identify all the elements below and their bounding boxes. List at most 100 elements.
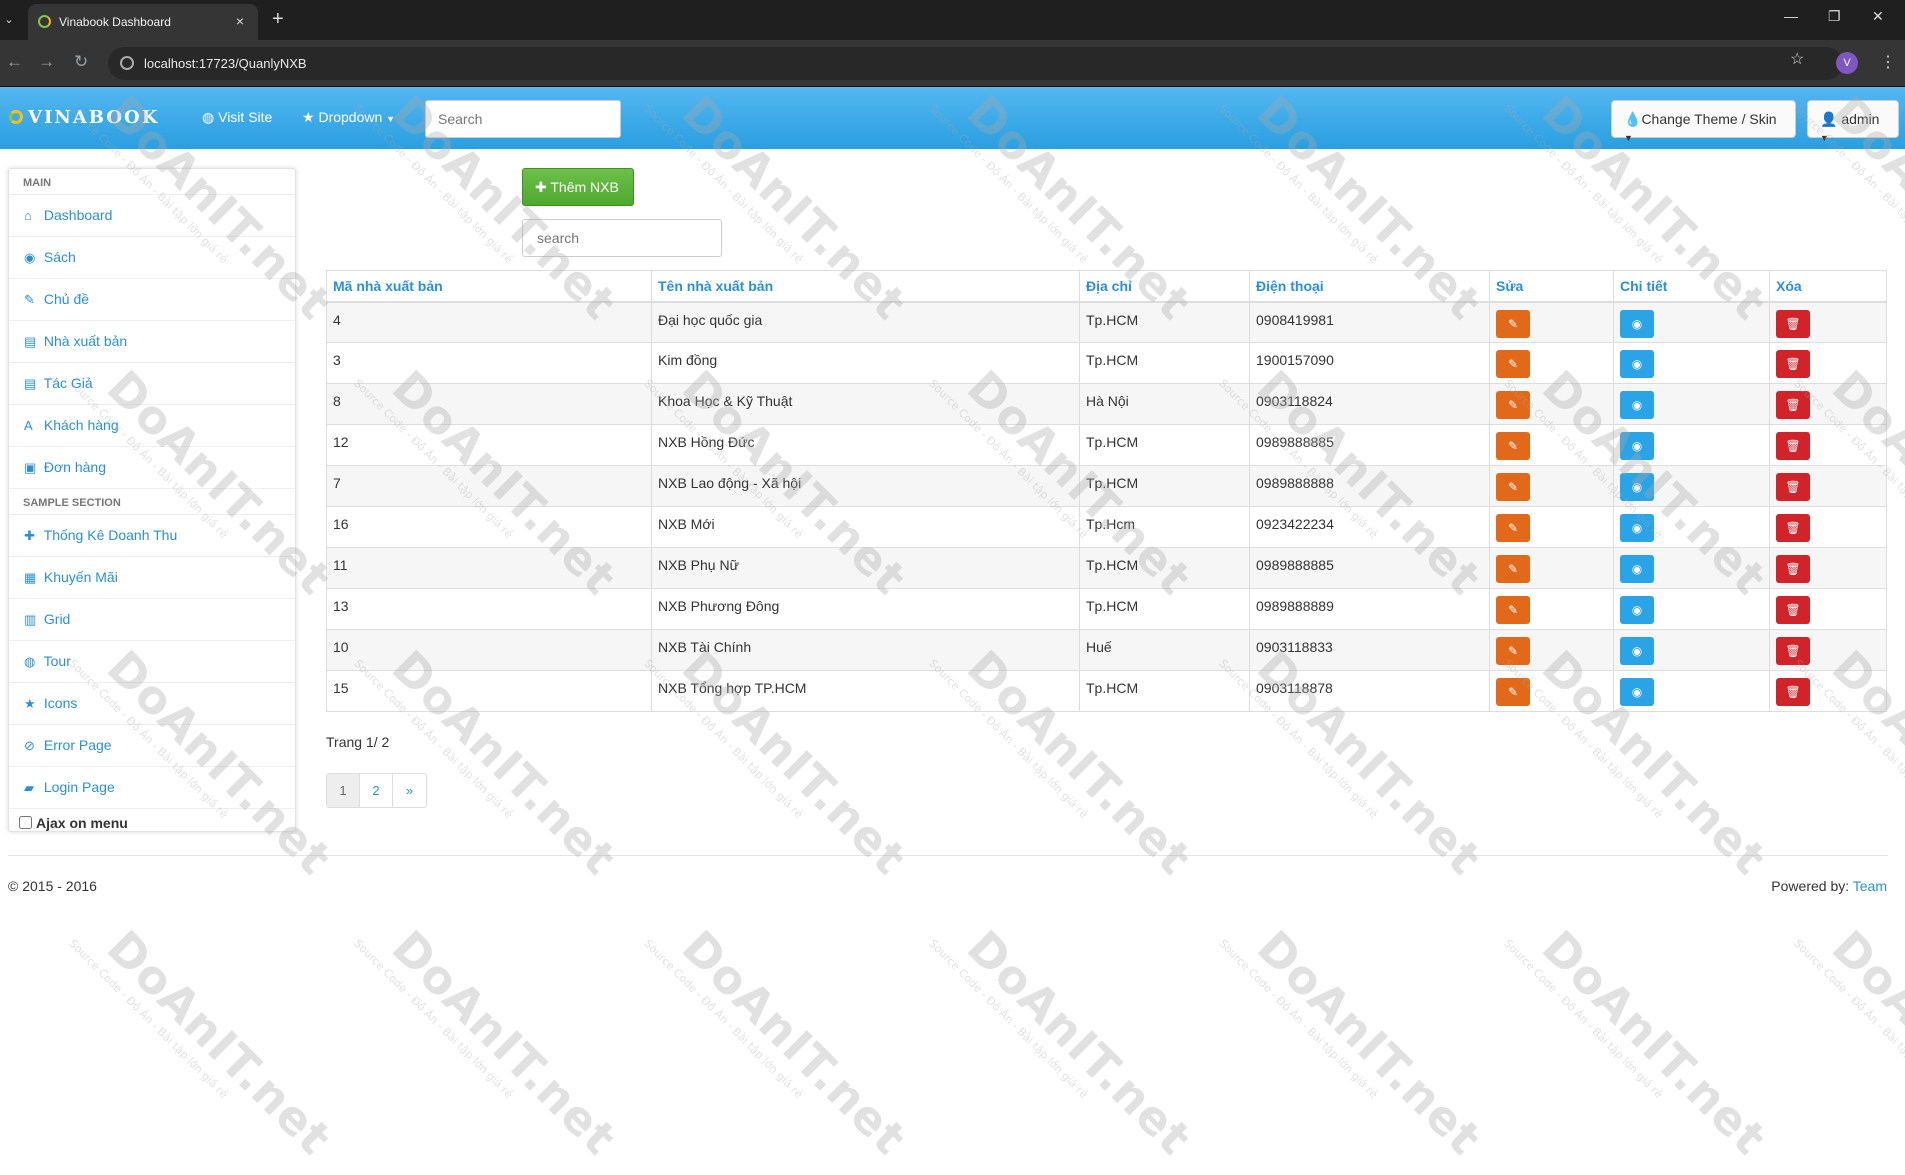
back-icon[interactable]: ← (6, 52, 23, 72)
brand-logo[interactable]: VINABOOK (9, 107, 159, 128)
site-info-icon[interactable] (120, 56, 134, 70)
sidebar-item-label: Icons (43, 695, 78, 711)
close-window-icon[interactable]: ✕ (1872, 8, 1884, 25)
sidebar-item-nha-xuat-ban[interactable]: ▤ Nhà xuất bản (9, 321, 295, 363)
sidebar-item-tac-gia[interactable]: ▤ Tác Giả (9, 363, 295, 405)
edit-button[interactable]: ✎ (1496, 514, 1530, 542)
new-tab-icon[interactable]: + (272, 8, 284, 31)
edit-button[interactable]: ✎ (1496, 555, 1530, 583)
delete-button[interactable]: 🗑 (1776, 678, 1810, 706)
edit-button[interactable]: ✎ (1496, 432, 1530, 460)
sidebar-item-tour[interactable]: ◍ Tour (9, 641, 295, 683)
col-header-id[interactable]: Mã nhà xuất bản (326, 270, 652, 303)
delete-button[interactable]: 🗑 (1776, 473, 1810, 501)
navbar-search-input[interactable] (425, 100, 621, 138)
cell-edit: ✎ (1489, 424, 1614, 466)
view-detail-button[interactable]: ◉ (1620, 637, 1654, 665)
watermark: DoAnIT.net Source Code - Đồ Án - Bài tập… (351, 920, 628, 1166)
col-header-address[interactable]: Địa chỉ (1079, 270, 1250, 303)
dropdown-menu[interactable]: ★ Dropdown ▼ (302, 109, 395, 126)
edit-button[interactable]: ✎ (1496, 309, 1530, 338)
forward-icon[interactable]: → (38, 52, 55, 72)
edit-icon: ✎ (1507, 316, 1519, 331)
star-icon: ★ (24, 696, 36, 711)
cell-detail: ◉ (1613, 383, 1770, 425)
view-detail-button[interactable]: ◉ (1620, 514, 1654, 542)
col-header-name[interactable]: Tên nhà xuất bản (651, 270, 1080, 303)
edit-button[interactable]: ✎ (1496, 678, 1530, 706)
edit-button[interactable]: ✎ (1496, 637, 1530, 665)
view-detail-button[interactable]: ◉ (1620, 309, 1654, 338)
reload-icon[interactable]: ↻ (74, 52, 88, 72)
sidebar-item-label: Đơn hàng (43, 459, 107, 475)
add-publisher-button[interactable]: ✚ Thêm NXB (522, 168, 634, 206)
copyright: © 2015 - 2016 (8, 878, 97, 894)
user-menu-button[interactable]: 👤 admin ▼ (1807, 100, 1899, 143)
browser-menu-icon[interactable]: ⋮ (1880, 52, 1896, 72)
view-detail-button[interactable]: ◉ (1620, 555, 1654, 583)
page-button[interactable]: 1 (327, 774, 360, 807)
delete-button[interactable]: 🗑 (1776, 555, 1810, 583)
sidebar-item-label: Sách (43, 249, 76, 265)
edit-button[interactable]: ✎ (1496, 596, 1530, 624)
page-button[interactable]: 2 (360, 774, 393, 807)
edit-button[interactable]: ✎ (1496, 350, 1530, 378)
edit-button[interactable]: ✎ (1496, 473, 1530, 501)
view-detail-button[interactable]: ◉ (1620, 432, 1654, 460)
cell-edit: ✎ (1489, 301, 1614, 343)
delete-button[interactable]: 🗑 (1776, 391, 1810, 419)
ajax-menu-toggle[interactable]: Ajax on menu (9, 809, 295, 837)
sidebar-item-dashboard[interactable]: ⌂ Dashboard (9, 195, 295, 237)
powered-by: Powered by: Team (1771, 878, 1887, 894)
delete-button[interactable]: 🗑 (1776, 309, 1810, 338)
view-detail-button[interactable]: ◉ (1620, 596, 1654, 624)
delete-button[interactable]: 🗑 (1776, 432, 1810, 460)
view-detail-button[interactable]: ◉ (1620, 678, 1654, 706)
cell-id: 3 (326, 342, 652, 384)
bookmark-star-icon[interactable]: ☆ (1790, 49, 1804, 69)
browser-tab[interactable]: Vinabook Dashboard × (28, 4, 258, 40)
table-row: 4 Đại học quốc gia Tp.HCM 0908419981 ✎ ◉… (326, 301, 1887, 343)
sidebar-item-khach-hang[interactable]: A Khách hàng (9, 405, 295, 447)
cell-edit: ✎ (1489, 506, 1614, 548)
delete-button[interactable]: 🗑 (1776, 637, 1810, 665)
sidebar-item-sach[interactable]: ◉ Sách (9, 237, 295, 279)
sidebar-item-chu-de[interactable]: ✎ Chủ đề (9, 279, 295, 321)
view-detail-button[interactable]: ◉ (1620, 350, 1654, 378)
delete-button[interactable]: 🗑 (1776, 514, 1810, 542)
publisher-search-input[interactable] (522, 219, 722, 257)
sidebar-item-label: Login Page (43, 779, 115, 795)
tab-search-icon[interactable]: ⌄ (0, 6, 18, 34)
sidebar-item-login-page[interactable]: ▰ Login Page (9, 767, 295, 809)
ajax-menu-checkbox[interactable] (19, 816, 32, 829)
cell-name: Kim đồng (651, 342, 1080, 384)
sidebar-item-error-page[interactable]: ⊘ Error Page (9, 725, 295, 767)
sidebar-item-khuyen-mai[interactable]: ▦ Khuyến Mãi (9, 557, 295, 599)
view-detail-button[interactable]: ◉ (1620, 391, 1654, 419)
next-page-button[interactable]: » (393, 774, 426, 807)
edit-icon: ✎ (1507, 357, 1519, 371)
cell-delete: 🗑 (1769, 301, 1887, 343)
url-field[interactable]: localhost:17723/QuanlyNXB (108, 47, 1843, 80)
visit-site-link[interactable]: ◍ Visit Site (202, 109, 272, 126)
sidebar-item-grid[interactable]: ▥ Grid (9, 599, 295, 641)
delete-button[interactable]: 🗑 (1776, 350, 1810, 378)
cell-id: 13 (326, 588, 652, 630)
edit-icon: ✎ (1507, 685, 1519, 699)
trash-icon: 🗑 (1785, 644, 1801, 658)
tab-close-icon[interactable]: × (236, 13, 244, 29)
profile-avatar[interactable]: V (1836, 52, 1858, 74)
change-theme-button[interactable]: 💧Change Theme / Skin ▼ (1611, 100, 1796, 143)
delete-button[interactable]: 🗑 (1776, 596, 1810, 624)
sidebar-item-don-hang[interactable]: ▣ Đơn hàng (9, 447, 295, 489)
team-link[interactable]: Team (1853, 878, 1887, 894)
cell-edit: ✎ (1489, 342, 1614, 384)
edit-button[interactable]: ✎ (1496, 391, 1530, 419)
sidebar-item-thong-ke-doanh-thu[interactable]: ✚ Thống Kê Doanh Thu (9, 515, 295, 557)
minimize-icon[interactable]: — (1784, 8, 1798, 24)
restore-icon[interactable]: ❐ (1828, 8, 1841, 25)
sidebar-item-icons[interactable]: ★ Icons (9, 683, 295, 725)
col-header-phone[interactable]: Điện thoại (1249, 270, 1490, 303)
view-detail-button[interactable]: ◉ (1620, 473, 1654, 501)
cell-address: Tp.Hcm (1079, 506, 1250, 548)
